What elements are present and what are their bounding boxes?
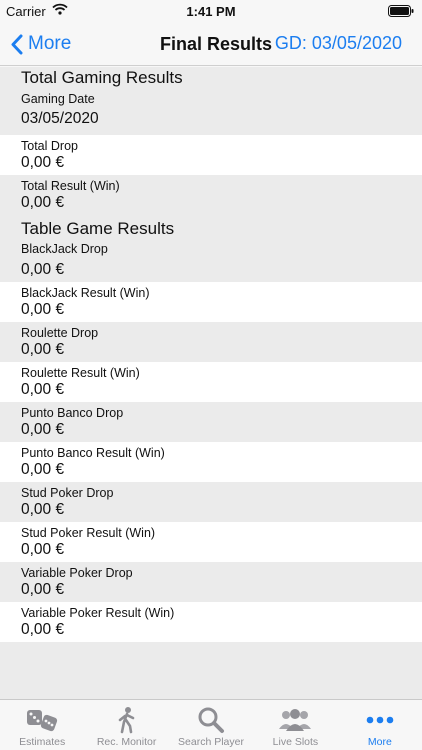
- item-value: 0,00 €: [21, 461, 65, 478]
- item-label: Punto Banco Drop: [21, 406, 124, 420]
- item-label: Stud Poker Result (Win): [21, 526, 156, 540]
- item-label: Punto Banco Result (Win): [21, 446, 165, 460]
- item-label: Gaming Date: [21, 92, 95, 106]
- gaming-day-button[interactable]: GD: 03/05/2020: [275, 33, 402, 54]
- list-item: Punto Banco Result (Win) 0,00 €: [0, 442, 422, 482]
- walking-person-icon: [116, 706, 138, 734]
- tab-label: Search Player: [178, 736, 244, 748]
- list-item: Variable Poker Result (Win) 0,00 €: [0, 602, 422, 642]
- item-label: Roulette Result (Win): [21, 366, 140, 380]
- section-header-row: Total Gaming Results Gaming Date 03/05/2…: [0, 67, 422, 135]
- item-label: Total Drop: [21, 139, 78, 153]
- item-value: 0,00 €: [21, 581, 65, 598]
- tab-live-slots[interactable]: Live Slots: [253, 700, 337, 750]
- battery-icon: [388, 5, 414, 20]
- item-value: 0,00 €: [21, 501, 65, 518]
- list-item: BlackJack Result (Win) 0,00 €: [0, 282, 422, 322]
- list-item: Stud Poker Drop 0,00 €: [0, 482, 422, 522]
- tab-label: More: [367, 736, 392, 748]
- people-group-icon: [277, 706, 313, 734]
- item-label: Variable Poker Drop: [21, 566, 133, 580]
- item-label: Total Result (Win): [21, 179, 120, 193]
- item-value: 0,00 €: [21, 621, 65, 638]
- tab-more[interactable]: More: [338, 700, 422, 750]
- back-button[interactable]: More: [10, 30, 71, 58]
- status-bar: Carrier 1:41 PM: [0, 0, 422, 22]
- item-value: 0,00 €: [21, 154, 65, 171]
- item-value: 0,00 €: [21, 421, 65, 438]
- tab-label: Live Slots: [272, 736, 319, 748]
- tab-search-player[interactable]: Search Player: [169, 700, 253, 750]
- list-item: Total Drop 0,00 €: [0, 135, 422, 175]
- section-title: Total Gaming Results: [21, 68, 183, 87]
- tab-bar: Estimates Rec. Monitor Search Player Liv…: [0, 699, 422, 750]
- item-label: Stud Poker Drop: [21, 486, 114, 500]
- item-value: 0,00 €: [21, 261, 65, 278]
- page-title: Final Results: [160, 34, 273, 54]
- item-value: 0,00 €: [21, 381, 65, 398]
- tab-estimates[interactable]: Estimates: [0, 700, 84, 750]
- list-item: Roulette Drop 0,00 €: [0, 322, 422, 362]
- list-item: Variable Poker Drop 0,00 €: [0, 562, 422, 602]
- dice-icon: [25, 706, 59, 734]
- list-item: Roulette Result (Win) 0,00 €: [0, 362, 422, 402]
- tab-label: Estimates: [19, 736, 66, 748]
- item-value: 03/05/2020: [21, 110, 99, 127]
- magnifier-icon: [197, 706, 225, 734]
- item-label: Roulette Drop: [21, 326, 99, 340]
- item-label: BlackJack Drop: [21, 242, 108, 256]
- item-value: 0,00 €: [21, 194, 65, 211]
- item-label: Variable Poker Result (Win): [21, 606, 175, 620]
- back-button-label: More: [28, 33, 72, 54]
- item-label: BlackJack Result (Win): [21, 286, 150, 300]
- item-value: 0,00 €: [21, 301, 65, 318]
- navigation-bar: More Final Results GD: 03/05/2020: [0, 22, 422, 66]
- tab-label: Rec. Monitor: [96, 736, 157, 748]
- list-item: Punto Banco Drop 0,00 €: [0, 402, 422, 442]
- status-time: 1:41 PM: [186, 4, 236, 19]
- tab-rec-monitor[interactable]: Rec. Monitor: [84, 700, 168, 750]
- list-item: Total Result (Win) 0,00 € Table Game Res…: [0, 175, 422, 282]
- more-dots-icon: [366, 706, 394, 734]
- item-value: 0,00 €: [21, 341, 65, 358]
- section-title: Table Game Results: [21, 219, 175, 238]
- list-item: [0, 642, 422, 699]
- chevron-left-icon: [11, 34, 23, 54]
- results-list[interactable]: Total Gaming Results Gaming Date 03/05/2…: [0, 67, 422, 699]
- item-value: 0,00 €: [21, 541, 65, 558]
- list-item: Stud Poker Result (Win) 0,00 €: [0, 522, 422, 562]
